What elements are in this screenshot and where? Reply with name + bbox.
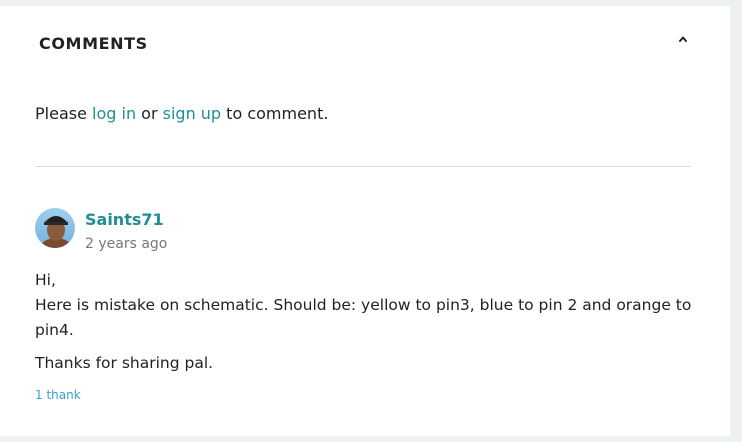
- comment-line-message: Here is mistake on schematic. Should be:…: [35, 296, 692, 339]
- comment-line-greeting: Hi,: [35, 271, 56, 289]
- prompt-suffix: to comment.: [221, 104, 329, 123]
- comment-author[interactable]: Saints71: [85, 210, 164, 229]
- comment-timestamp: 2 years ago: [85, 236, 168, 252]
- avatar[interactable]: [35, 208, 75, 248]
- signup-link[interactable]: sign up: [163, 104, 221, 123]
- comment-closing: Thanks for sharing pal.: [35, 354, 214, 372]
- thanks-link[interactable]: 1 thank: [35, 388, 81, 402]
- comment-text: Hi, Here is mistake on schematic. Should …: [35, 268, 695, 343]
- comments-title: COMMENTS: [39, 34, 148, 53]
- divider: [35, 166, 691, 167]
- comments-header: COMMENTS: [39, 34, 690, 62]
- chevron-up-icon: [679, 36, 687, 42]
- prompt-prefix: Please: [35, 104, 93, 123]
- login-link[interactable]: log in: [92, 104, 136, 123]
- comments-card: COMMENTS Please log in or sign up to com…: [0, 6, 730, 436]
- collapse-button[interactable]: [674, 30, 692, 48]
- comment-body: Hi, Here is mistake on schematic. Should …: [35, 268, 695, 376]
- prompt-middle: or: [136, 104, 163, 123]
- avatar-image: [35, 208, 75, 248]
- login-prompt: Please log in or sign up to comment.: [35, 104, 328, 123]
